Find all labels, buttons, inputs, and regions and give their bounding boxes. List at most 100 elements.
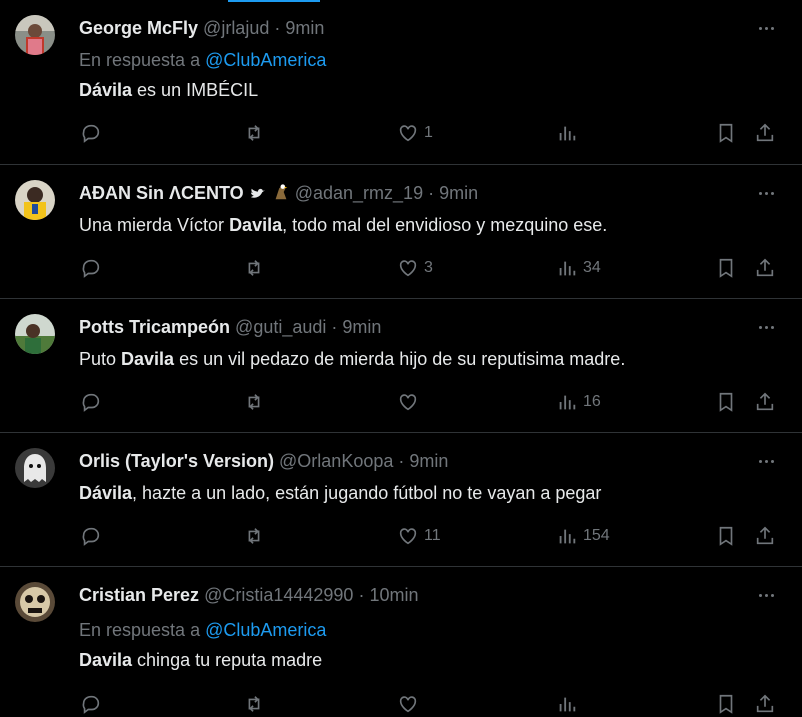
separator-dot: ·	[331, 317, 338, 337]
views-button[interactable]: 16	[556, 389, 601, 415]
views-icon	[559, 126, 576, 141]
share-button[interactable]	[754, 691, 776, 717]
share-button[interactable]	[754, 120, 776, 146]
heart-icon	[399, 394, 417, 411]
avatar[interactable]	[15, 15, 55, 55]
more-options-icon[interactable]	[756, 181, 776, 205]
repost-icon	[248, 260, 260, 276]
bookmark-icon	[719, 526, 733, 546]
timestamp[interactable]: 9min	[285, 18, 324, 38]
avatar[interactable]	[15, 180, 55, 220]
tweet-header: Orlis (Taylor's Version) @OrlanKoopa · 9…	[79, 449, 752, 473]
like-button[interactable]: 1	[397, 120, 433, 146]
repost-icon	[248, 125, 260, 141]
repost-button[interactable]	[243, 120, 265, 146]
reply-mention-link[interactable]: @ClubAmerica	[205, 50, 326, 70]
reply-prefix: En respuesta a	[79, 50, 201, 70]
views-icon	[559, 529, 576, 544]
display-name[interactable]: ΑÐΑΝ Sin ΛCENTO	[79, 183, 244, 203]
heart-icon	[399, 125, 417, 142]
tweet[interactable]: Orlis (Taylor's Version) @OrlanKoopa · 9…	[0, 433, 802, 567]
share-button[interactable]	[754, 255, 776, 281]
bookmark-button[interactable]	[715, 389, 737, 415]
bookmark-button[interactable]	[715, 120, 737, 146]
like-count: 11	[424, 527, 441, 544]
share-button[interactable]	[754, 389, 776, 415]
views-button[interactable]	[556, 691, 583, 717]
user-handle[interactable]: @jrlajud	[203, 18, 269, 38]
like-button[interactable]: 11	[397, 523, 441, 549]
avatar[interactable]	[15, 314, 55, 354]
tweet-header: ΑÐΑΝ Sin ΛCENTO @adan_rmz_19 · 9min	[79, 181, 752, 205]
display-name[interactable]: Potts Tricampeón	[79, 317, 230, 337]
repost-button[interactable]	[243, 691, 265, 717]
views-button[interactable]: 34	[556, 255, 601, 281]
user-handle[interactable]: @OrlanKoopa	[279, 451, 393, 471]
timestamp[interactable]: 9min	[342, 317, 381, 337]
repost-button[interactable]	[243, 255, 265, 281]
tweet-header: Cristian Perez @Cristia14442990 · 10min	[79, 583, 752, 607]
reply-context: En respuesta a @ClubAmerica	[79, 48, 326, 72]
reply-button[interactable]	[80, 255, 102, 281]
timestamp[interactable]: 9min	[409, 451, 448, 471]
views-icon	[559, 261, 576, 276]
user-handle[interactable]: @Cristia14442990	[204, 585, 353, 605]
views-icon	[559, 697, 576, 712]
reply-icon	[82, 527, 100, 546]
text-bold: Davila	[121, 349, 175, 369]
more-options-icon[interactable]	[756, 16, 776, 40]
tweet[interactable]: Cristian Perez @Cristia14442990 · 10min …	[0, 567, 802, 715]
timestamp[interactable]: 9min	[439, 183, 478, 203]
like-button[interactable]	[397, 691, 424, 717]
reply-icon	[82, 695, 100, 714]
like-button[interactable]: 3	[397, 255, 433, 281]
reply-mention-link[interactable]: @ClubAmerica	[205, 620, 326, 640]
repost-button[interactable]	[243, 523, 265, 549]
user-handle[interactable]: @adan_rmz_19	[295, 183, 423, 203]
reply-button[interactable]	[80, 523, 102, 549]
share-icon	[756, 123, 774, 142]
bookmark-button[interactable]	[715, 523, 737, 549]
like-count: 3	[424, 259, 433, 276]
avatar[interactable]	[15, 582, 55, 622]
tweet-text: Puto Davila es un vil pedazo de mierda h…	[79, 347, 625, 371]
repost-icon	[248, 528, 260, 544]
more-options-icon[interactable]	[756, 583, 776, 607]
tweet[interactable]: Potts Tricampeón @guti_audi · 9min Puto …	[0, 299, 802, 433]
display-name[interactable]: George McFly	[79, 18, 198, 38]
tweet-header: George McFly @jrlajud · 9min	[79, 16, 752, 40]
bookmark-button[interactable]	[715, 255, 737, 281]
text-bold: Davila	[229, 215, 283, 235]
repost-icon	[248, 394, 260, 410]
bookmark-icon	[719, 694, 733, 714]
like-button[interactable]	[397, 389, 424, 415]
avatar[interactable]	[15, 448, 55, 488]
bookmark-button[interactable]	[715, 691, 737, 717]
reply-icon	[82, 259, 100, 278]
heart-icon	[399, 696, 417, 713]
more-options-icon[interactable]	[756, 315, 776, 339]
bird-icon	[250, 188, 265, 198]
heart-icon	[399, 260, 417, 277]
separator-dot: ·	[428, 183, 435, 203]
timestamp[interactable]: 10min	[369, 585, 418, 605]
tweet[interactable]: George McFly @jrlajud · 9min En respuest…	[0, 0, 802, 165]
reply-button[interactable]	[80, 691, 102, 717]
reply-button[interactable]	[80, 120, 102, 146]
views-button[interactable]	[556, 120, 583, 146]
reply-button[interactable]	[80, 389, 102, 415]
action-bar: 16	[0, 389, 802, 415]
repost-button[interactable]	[243, 389, 265, 415]
reply-prefix: En respuesta a	[79, 620, 201, 640]
display-name[interactable]: Cristian Perez	[79, 585, 199, 605]
share-button[interactable]	[754, 523, 776, 549]
bookmark-icon	[719, 258, 733, 278]
separator-dot: ·	[274, 18, 281, 38]
display-name[interactable]: Orlis (Taylor's Version)	[79, 451, 274, 471]
tweet[interactable]: ΑÐΑΝ Sin ΛCENTO @adan_rmz_19 · 9min Una …	[0, 165, 802, 299]
more-options-icon[interactable]	[756, 449, 776, 473]
views-button[interactable]: 154	[556, 523, 610, 549]
separator-dot: ·	[398, 451, 405, 471]
view-count: 16	[583, 393, 601, 410]
user-handle[interactable]: @guti_audi	[235, 317, 326, 337]
